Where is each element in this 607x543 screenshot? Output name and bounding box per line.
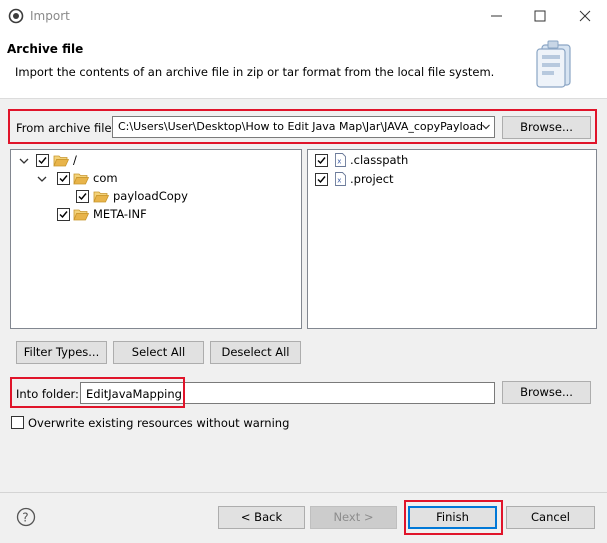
overwrite-label: Overwrite existing resources without war… [28,416,290,430]
open-folder-icon [73,173,89,185]
file-checkbox[interactable] [315,173,328,186]
open-folder-icon [93,191,109,203]
chevron-down-icon[interactable] [37,174,47,184]
file-item-label: .project [350,172,394,186]
overwrite-checkbox[interactable] [11,416,24,429]
deselect-all-button[interactable]: Deselect All [210,341,301,364]
tree-item-label: / [73,153,77,167]
tree-item-com[interactable]: com [11,170,301,188]
svg-text:x: x [337,177,341,185]
file-checkbox[interactable] [315,154,328,167]
tree-item-label: META-INF [93,207,147,221]
file-list[interactable]: x .classpath x .project [307,149,597,329]
help-icon[interactable]: ? [16,507,36,527]
archive-browse-button[interactable]: Browse... [502,116,591,139]
into-folder-highlight [10,377,185,408]
back-button[interactable]: < Back [218,506,305,529]
xml-file-icon: x [335,153,346,167]
open-folder-icon [73,209,89,221]
tree-checkbox[interactable] [57,172,70,185]
folder-tree[interactable]: / com payloadCopy META-INF [10,149,302,329]
maximize-icon[interactable] [530,6,550,26]
archive-file-combo[interactable]: C:\Users\User\Desktop\How to Edit Java M… [112,116,495,138]
title-bar: Import [0,0,607,33]
select-all-button[interactable]: Select All [113,341,204,364]
minimize-icon[interactable] [487,6,507,26]
file-item-label: .classpath [350,153,409,167]
svg-text:?: ? [22,511,28,525]
tree-item-meta-inf[interactable]: META-INF [11,206,301,224]
eclipse-app-icon [8,8,24,24]
tree-checkbox[interactable] [57,208,70,221]
tree-item-label: com [93,171,118,185]
finish-button[interactable]: Finish [408,506,497,529]
next-button[interactable]: Next > [310,506,397,529]
tree-item-payloadcopy[interactable]: payloadCopy [11,188,301,206]
page-description: Import the contents of an archive file i… [15,65,495,79]
open-folder-icon [53,155,69,167]
file-item-project[interactable]: x .project [308,171,596,189]
filter-types-button[interactable]: Filter Types... [16,341,107,364]
cancel-button[interactable]: Cancel [506,506,595,529]
tree-checkbox[interactable] [36,154,49,167]
into-folder-browse-button[interactable]: Browse... [502,381,591,404]
chevron-down-icon[interactable] [19,156,29,166]
tree-item-root[interactable]: / [11,152,301,170]
archive-file-label: From archive file: [16,121,116,135]
close-icon[interactable] [575,6,595,26]
window-title: Import [30,9,70,23]
tree-item-label: payloadCopy [113,189,188,203]
file-item-classpath[interactable]: x .classpath [308,152,596,170]
page-title: Archive file [7,42,84,56]
archive-file-path: C:\Users\User\Desktop\How to Edit Java M… [118,120,484,133]
archive-import-banner-icon [536,40,571,88]
wizard-header: Archive file Import the contents of an a… [0,33,607,99]
chevron-down-icon[interactable] [482,123,490,131]
xml-file-icon: x [335,172,346,186]
svg-text:x: x [337,158,341,166]
footer-separator [0,492,607,493]
tree-checkbox[interactable] [76,190,89,203]
